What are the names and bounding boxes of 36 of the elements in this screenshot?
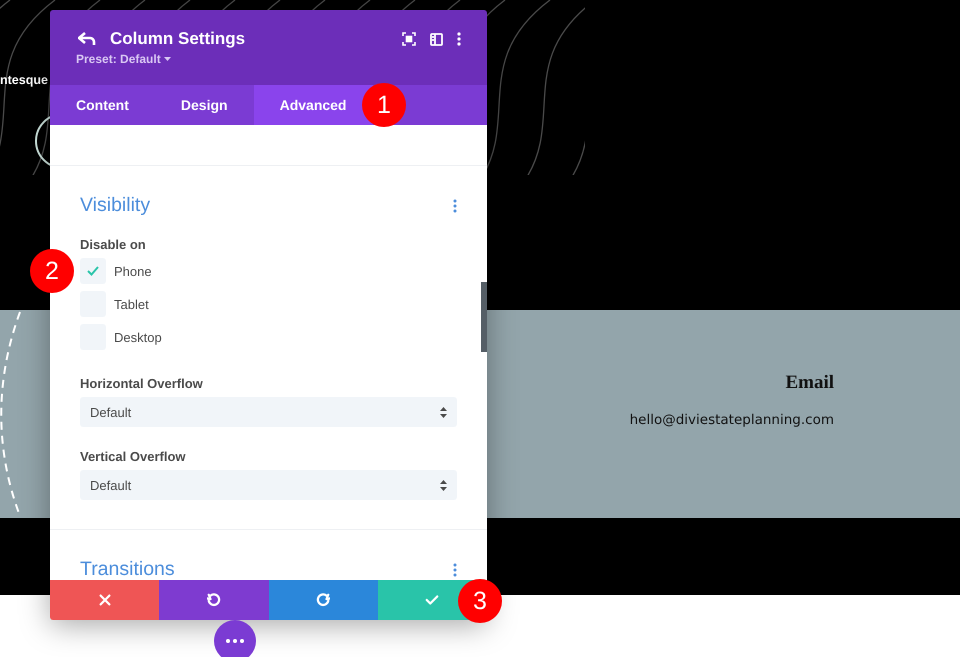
section-title[interactable]: Visibility bbox=[80, 194, 150, 217]
redo-button[interactable] bbox=[268, 580, 378, 620]
close-icon bbox=[98, 593, 112, 607]
checkbox-label: Desktop bbox=[114, 330, 162, 344]
preset-dropdown[interactable]: Preset: Default bbox=[76, 52, 461, 66]
more-icon[interactable] bbox=[457, 32, 461, 46]
up-down-arrows-icon bbox=[440, 406, 447, 418]
contact-heading: Email bbox=[784, 372, 834, 394]
select-field[interactable]: Default bbox=[80, 470, 457, 500]
tab[interactable]: Content bbox=[50, 85, 155, 125]
field-label: Vertical Overflow bbox=[80, 449, 186, 464]
tab[interactable]: Advanced bbox=[254, 85, 372, 125]
section-title[interactable]: Transitions bbox=[80, 558, 175, 580]
check-icon bbox=[425, 593, 440, 607]
focus-icon[interactable] bbox=[402, 32, 416, 46]
panel-title: Column Settings bbox=[110, 29, 246, 49]
caret-icon bbox=[164, 57, 171, 61]
field-label: Horizontal Overflow bbox=[80, 376, 204, 391]
field-label: Disable on bbox=[80, 237, 147, 252]
back-icon[interactable] bbox=[78, 32, 96, 46]
checkbox[interactable] bbox=[80, 258, 106, 284]
checkbox-label: Tablet bbox=[114, 296, 149, 312]
undo-icon bbox=[206, 593, 221, 607]
up-down-arrows-icon bbox=[440, 480, 447, 490]
tab[interactable]: Design bbox=[154, 85, 254, 125]
sidebar-icon[interactable] bbox=[430, 32, 443, 46]
more-icon[interactable] bbox=[453, 562, 457, 576]
background-text: ntesque bbox=[0, 73, 48, 87]
check-icon bbox=[87, 266, 99, 276]
scrollbar[interactable] bbox=[481, 282, 487, 352]
email-text: hello@diviestateplanning.com bbox=[630, 412, 834, 428]
more-icon[interactable] bbox=[453, 198, 457, 212]
redo-icon bbox=[316, 593, 330, 607]
select-field[interactable]: Default bbox=[80, 397, 457, 427]
more-button[interactable] bbox=[214, 620, 256, 657]
checkbox-label: Phone bbox=[114, 264, 152, 278]
